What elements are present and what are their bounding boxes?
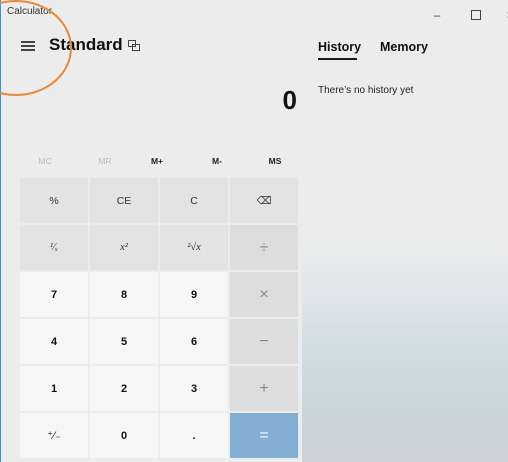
keep-on-top-icon[interactable] <box>128 40 140 51</box>
digit-6-button[interactable]: 6 <box>160 319 228 364</box>
backspace-button[interactable]: ⌫ <box>230 178 298 223</box>
clear-button[interactable]: C <box>160 178 228 223</box>
memory-clear-button[interactable]: MC <box>15 156 75 166</box>
active-tab-indicator <box>318 58 357 60</box>
clear-entry-button[interactable]: CE <box>90 178 158 223</box>
maximize-icon <box>471 10 481 20</box>
square-button[interactable]: x² <box>90 225 158 270</box>
display-value: 0 <box>282 85 297 115</box>
minimize-button[interactable]: – <box>423 4 451 26</box>
display: 0 <box>0 85 302 125</box>
window-border <box>0 0 1 462</box>
square-root-button[interactable]: ²√x <box>160 225 228 270</box>
digit-0-button[interactable]: 0 <box>90 413 158 458</box>
memory-store-button[interactable]: MS <box>245 156 305 166</box>
subtract-button[interactable]: − <box>230 319 298 364</box>
tab-history[interactable]: History <box>318 40 361 54</box>
digit-4-button[interactable]: 4 <box>20 319 88 364</box>
memory-subtract-button[interactable]: M- <box>187 156 247 166</box>
digit-2-button[interactable]: 2 <box>90 366 158 411</box>
digit-8-button[interactable]: 8 <box>90 272 158 317</box>
multiply-button[interactable]: × <box>230 272 298 317</box>
calculator-window: Calculator – × Standard 0 MC MR M+ M- MS… <box>0 0 508 462</box>
digit-9-button[interactable]: 9 <box>160 272 228 317</box>
maximize-button[interactable] <box>462 4 490 26</box>
title-bar[interactable]: Calculator – × <box>0 0 508 30</box>
equals-button[interactable]: = <box>230 413 298 458</box>
history-empty-message: There’s no history yet <box>318 85 414 96</box>
keypad: % CE C ⌫ ¹⁄ₓ x² ²√x ÷ 7 8 9 × 4 5 6 − 1 … <box>20 178 302 462</box>
tab-memory[interactable]: Memory <box>380 40 428 54</box>
hamburger-menu-icon[interactable] <box>21 41 35 51</box>
digit-7-button[interactable]: 7 <box>20 272 88 317</box>
memory-recall-button[interactable]: MR <box>75 156 135 166</box>
window-title: Calculator <box>7 6 53 17</box>
decimal-point-button[interactable]: . <box>160 413 228 458</box>
memory-row: MC MR M+ M- MS <box>0 150 302 178</box>
memory-add-button[interactable]: M+ <box>127 156 187 166</box>
close-button[interactable]: × <box>496 4 508 26</box>
reciprocal-button[interactable]: ¹⁄ₓ <box>20 225 88 270</box>
mode-title: Standard <box>49 35 123 54</box>
percent-button[interactable]: % <box>20 178 88 223</box>
digit-1-button[interactable]: 1 <box>20 366 88 411</box>
digit-5-button[interactable]: 5 <box>90 319 158 364</box>
digit-3-button[interactable]: 3 <box>160 366 228 411</box>
divide-button[interactable]: ÷ <box>230 225 298 270</box>
add-button[interactable]: + <box>230 366 298 411</box>
history-panel-background <box>302 240 508 462</box>
negate-button[interactable]: ⁺⁄₋ <box>20 413 88 458</box>
